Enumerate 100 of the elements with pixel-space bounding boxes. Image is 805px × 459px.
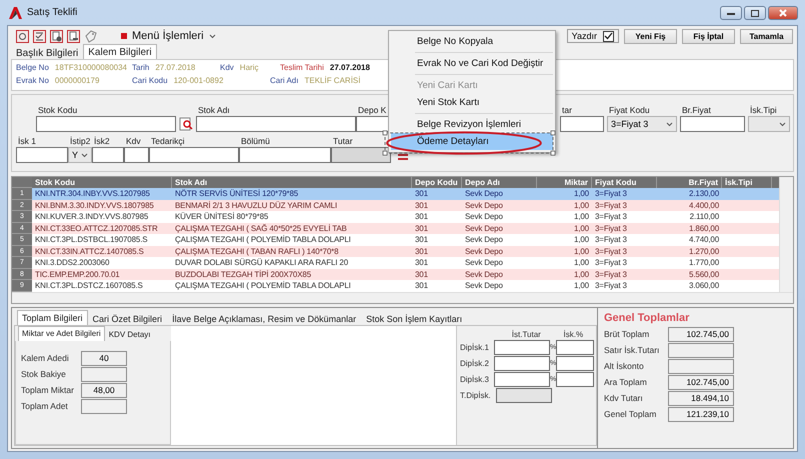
tag-icon[interactable]: [84, 30, 97, 42]
field-value: 120-001-0892: [174, 76, 224, 85]
close-button[interactable]: [768, 6, 798, 20]
table-cell-text: 3=Fiyat 3: [594, 257, 628, 268]
tab[interactable]: Kalem Bilgileri: [83, 44, 157, 59]
tab[interactable]: KDV Detayı: [104, 328, 154, 340]
menu-dropdown-button[interactable]: Menü İşlemleri: [119, 30, 218, 42]
input-field[interactable]: [36, 116, 176, 132]
remove-document-icon[interactable]: [67, 30, 80, 42]
tab[interactable]: Miktar ve Adet Bilgileri: [18, 326, 105, 340]
input-field[interactable]: [556, 340, 594, 354]
table-cell-text: 5.560,00: [688, 268, 720, 280]
table-cell-text: Sevk Depo: [464, 211, 504, 222]
minimize-button[interactable]: [720, 6, 742, 20]
value-box: 18.494,10: [668, 390, 734, 406]
add-document-icon[interactable]: [50, 30, 63, 42]
action-button[interactable]: Fiş İptal: [682, 28, 735, 44]
menu-item[interactable]: Belge No Kopyala: [391, 33, 553, 50]
field-label: Cari Kodu: [132, 76, 168, 85]
field-label: T.Dipİsk.: [460, 390, 492, 400]
input-field[interactable]: [92, 147, 124, 163]
table-cell-text: 3=Fiyat 3: [594, 280, 628, 292]
field-label: Kdv: [220, 63, 234, 72]
field-label: Belge No: [16, 63, 49, 72]
field-value: 27.07.2018: [155, 63, 196, 72]
value-box: 102.745,00: [668, 326, 734, 342]
table-cell-text: 301: [414, 257, 429, 268]
input-field[interactable]: [239, 147, 331, 163]
action-button[interactable]: Yeni Fiş: [624, 28, 677, 44]
input-field[interactable]: [494, 372, 550, 386]
input-field[interactable]: [196, 116, 356, 132]
field-label: Depo K: [357, 105, 388, 115]
table-cell-text: 301: [414, 234, 429, 246]
table-cell-text: 301: [414, 246, 429, 257]
tab[interactable]: İlave Belge Açıklaması, Resim ve Dökümanlar: [167, 312, 362, 324]
table-cell-text: 2.110,00: [688, 211, 720, 222]
input-field[interactable]: [356, 116, 390, 132]
menu-item[interactable]: Belge Revizyon İşlemleri: [391, 116, 553, 133]
input-field[interactable]: [560, 116, 604, 132]
table-cell-text: 1,00: [573, 200, 590, 211]
horizontal-scrollbar[interactable]: [12, 292, 793, 302]
tab[interactable]: Stok Son İşlem Kayıtları: [361, 312, 468, 324]
field-label: Kdv: [125, 136, 142, 146]
table-cell-text: TIC.EMP.EMP.200.70.01: [34, 268, 121, 280]
checkbox[interactable]: [603, 30, 614, 42]
value-box: 40: [81, 350, 127, 366]
vertical-scrollbar[interactable]: [779, 177, 793, 292]
input-field[interactable]: [556, 356, 594, 370]
maximize-button[interactable]: [744, 6, 766, 20]
record-icon[interactable]: [16, 30, 29, 42]
table-cell-text: 3=Fiyat 3: [594, 200, 628, 211]
value-box: 102.745,00: [668, 374, 734, 390]
table-cell-text: Sevk Depo: [464, 188, 504, 200]
table-cell-text: Sevk Depo: [464, 200, 504, 211]
table-cell-text: 1,00: [573, 280, 590, 292]
table-cell-text: 1.270,00: [688, 246, 720, 257]
table-cell-text: 1,00: [573, 222, 590, 234]
table-cell-text: 3=Fiyat 3: [594, 234, 628, 246]
table-cell-text: 1.860,00: [688, 222, 720, 234]
table-cell-text: ÇALIŞMA TEZGAHI ( POLYEMİD TABLA DOLAPLI: [174, 234, 352, 246]
table-cell-text: 301: [414, 280, 429, 292]
table-cell-text: ÇALIŞMA TEZGAHI ( TABAN RAFLI ) 140*70*8: [174, 246, 340, 257]
menu-item[interactable]: Evrak No ve Cari Kod Değiştir: [391, 55, 553, 72]
table-cell-text: KNI.NTR.304.INBY.VVS.1207985: [34, 188, 151, 200]
search-icon[interactable]: [179, 117, 193, 131]
table-cell-text: Sevk Depo: [464, 234, 504, 246]
input-field[interactable]: [556, 372, 594, 386]
input-field[interactable]: [124, 147, 149, 163]
minimize-icon: [727, 12, 735, 14]
tab[interactable]: Başlık Bilgileri: [11, 46, 84, 59]
field-label: Teslim Tarihi: [280, 63, 324, 72]
input-field[interactable]: [149, 147, 239, 163]
input-field[interactable]: [16, 147, 68, 163]
field-label: İsk2: [93, 136, 111, 146]
table-cell-text: 4.400,00: [688, 200, 720, 211]
action-button[interactable]: Tamamla: [740, 28, 793, 44]
table-cell-text: NÖTR SERVİS ÜNİTESİ 120*79*85: [174, 188, 300, 200]
table-cell-text: KNI.BNM.3.30.INDY.VVS.1807985: [34, 200, 155, 211]
tab[interactable]: Toplam Bilgileri: [17, 310, 88, 324]
dropdown[interactable]: 3=Fiyat 3: [607, 116, 677, 132]
table-cell-text: KNI.CT.3PL.DSTCZ.1607085.S: [34, 280, 144, 292]
close-icon: [779, 9, 787, 17]
readonly-field[interactable]: [331, 147, 391, 163]
input-field[interactable]: [494, 340, 550, 354]
table-cell-text: BUZDOLABI TEZGAH TİPİ 200X70X85: [174, 268, 312, 280]
checklist-icon[interactable]: [33, 30, 46, 42]
tab[interactable]: Cari Özet Bilgileri: [88, 312, 168, 324]
dropdown[interactable]: Y: [68, 147, 92, 163]
field-label: Fiyat Kodu: [608, 105, 651, 115]
field-label: Genel Toplam: [604, 409, 658, 419]
readonly-field[interactable]: [496, 388, 552, 402]
field-value: 0000000179: [54, 76, 100, 85]
value-box: [668, 342, 734, 358]
input-field[interactable]: [494, 356, 550, 370]
input-field[interactable]: [680, 116, 745, 132]
table-cell-text: 3=Fiyat 3: [594, 188, 628, 200]
field-value: TEKLİF CARİSİ: [304, 76, 360, 85]
field-value: 27.07.2018: [330, 63, 370, 72]
field-label: Kalem Adedi: [21, 353, 70, 363]
menu-item[interactable]: Yeni Stok Kartı: [391, 94, 553, 111]
